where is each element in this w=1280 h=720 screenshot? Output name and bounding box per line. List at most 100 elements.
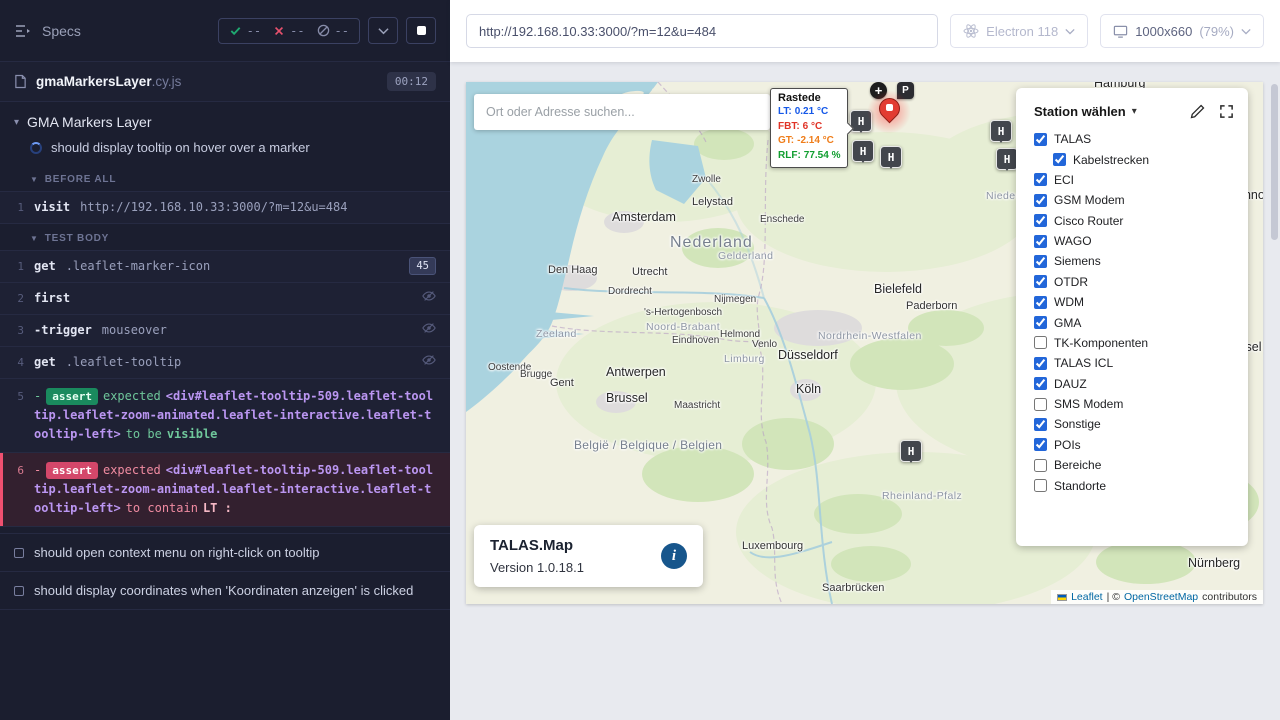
- layer-checkbox[interactable]: [1034, 235, 1047, 248]
- command-message: mouseover: [102, 321, 414, 340]
- url-input[interactable]: [466, 14, 938, 48]
- specs-title: Specs: [42, 23, 81, 39]
- browser-selector[interactable]: Electron 118: [950, 14, 1088, 48]
- suite-row[interactable]: ▾ GMA Markers Layer: [0, 102, 450, 136]
- map-attribution: Leaflet | © OpenStreetMap contributors: [1051, 590, 1263, 604]
- layer-checkbox-row[interactable]: Siemens: [1016, 251, 1248, 271]
- command-message: .leaflet-tooltip: [66, 353, 414, 372]
- command-log: ▾ GMA Markers Layer should display toolt…: [0, 102, 450, 610]
- map-marker[interactable]: H: [990, 120, 1012, 142]
- layer-label: Sonstige: [1054, 417, 1101, 431]
- map-marker[interactable]: [878, 98, 900, 128]
- attribution-tail: contributors: [1202, 591, 1257, 603]
- layer-checkbox-row[interactable]: SMS Modem: [1016, 394, 1248, 414]
- layer-checkbox-row[interactable]: Sonstige: [1016, 414, 1248, 434]
- map-marker[interactable]: H: [900, 440, 922, 462]
- marker-glyph: H: [888, 151, 895, 164]
- caret-down-icon: ▾: [14, 117, 19, 128]
- layer-checkbox-row[interactable]: POIs: [1016, 435, 1248, 455]
- map-place-label: Gelderland: [718, 250, 773, 262]
- chevron-down-icon[interactable]: ▾: [1132, 106, 1137, 117]
- map-place-label: Noord-Brabant: [646, 321, 720, 333]
- layer-checkbox-row[interactable]: DAUZ: [1016, 374, 1248, 394]
- map-place-label: Saarbrücken: [822, 582, 884, 594]
- layer-checkbox[interactable]: [1053, 153, 1066, 166]
- layer-checkbox-row[interactable]: WAGO: [1016, 231, 1248, 251]
- station-select-dropdown[interactable]: Station wählen: [1034, 104, 1126, 119]
- layer-checkbox-row[interactable]: TALAS: [1016, 129, 1248, 149]
- collapse-button[interactable]: [368, 17, 398, 44]
- viewport-selector[interactable]: 1000x660 (79%): [1100, 14, 1264, 48]
- command-number: 2: [0, 289, 34, 308]
- leaflet-link[interactable]: Leaflet: [1071, 591, 1103, 603]
- leaflet-map[interactable]: Hamburg Bremen Niedersachsen Hannover Gr…: [466, 82, 1263, 604]
- layer-checkbox-row[interactable]: TK-Komponenten: [1016, 333, 1248, 353]
- layer-checkbox[interactable]: [1034, 296, 1047, 309]
- command-row-visit[interactable]: 1 visit http://192.168.10.33:3000/?m=12&…: [0, 192, 450, 223]
- layer-checkbox[interactable]: [1034, 398, 1047, 411]
- command-message: .leaflet-marker-icon: [66, 257, 402, 276]
- command-number: 1: [0, 257, 34, 276]
- layer-checkbox[interactable]: [1034, 357, 1047, 370]
- app-info-card: TALAS.Map Version 1.0.18.1 i: [474, 525, 703, 587]
- search-input[interactable]: [474, 94, 770, 130]
- command-row-get-tooltip[interactable]: 4 get .leaflet-tooltip: [0, 347, 450, 379]
- stat-passed: --: [229, 24, 261, 38]
- layer-checkbox-row[interactable]: GSM Modem: [1016, 190, 1248, 210]
- pending-test-row[interactable]: should open context menu on right-click …: [0, 533, 450, 571]
- section-test-body[interactable]: ▼ TEST BODY: [0, 224, 450, 250]
- spec-row[interactable]: gmaMarkersLayer .cy.js 00:12: [0, 62, 450, 102]
- expand-icon[interactable]: [1219, 104, 1234, 119]
- map-place-label: Düsseldorf: [778, 348, 838, 362]
- layer-checkbox[interactable]: [1034, 418, 1047, 431]
- layer-checkbox[interactable]: [1034, 479, 1047, 492]
- assert-row-failed[interactable]: 6 -assertexpected<div#leaflet-tooltip-50…: [0, 453, 450, 526]
- stop-button[interactable]: [406, 17, 436, 44]
- info-icon[interactable]: i: [661, 543, 687, 569]
- layer-checkbox-row[interactable]: OTDR: [1016, 272, 1248, 292]
- scrollbar-thumb[interactable]: [1271, 84, 1278, 240]
- assert-row-passed[interactable]: 5 -assertexpected<div#leaflet-tooltip-50…: [0, 379, 450, 453]
- edit-pencil-icon[interactable]: [1190, 104, 1205, 119]
- command-row-get[interactable]: 1 get .leaflet-marker-icon 45: [0, 251, 450, 283]
- layer-checkbox[interactable]: [1034, 438, 1047, 451]
- layer-checkbox[interactable]: [1034, 316, 1047, 329]
- layer-checkbox-row[interactable]: Standorte: [1016, 475, 1248, 495]
- map-marker[interactable]: H: [852, 140, 874, 162]
- map-marker[interactable]: H: [996, 148, 1018, 170]
- layer-checkbox-row[interactable]: GMA: [1016, 312, 1248, 332]
- layer-checkbox[interactable]: [1034, 255, 1047, 268]
- layer-checkbox-row[interactable]: ECI: [1016, 170, 1248, 190]
- layer-checkbox-row[interactable]: Cisco Router: [1016, 211, 1248, 231]
- command-row-trigger[interactable]: 3 -trigger mouseover: [0, 315, 450, 347]
- map-place-label: Köln: [796, 382, 821, 396]
- map-place-label: Gent: [550, 377, 574, 389]
- command-method: -trigger: [34, 321, 92, 340]
- layer-checkbox[interactable]: [1034, 336, 1047, 349]
- layer-checkbox-row[interactable]: Kabelstrecken: [1016, 149, 1248, 169]
- layer-checkbox[interactable]: [1034, 275, 1047, 288]
- section-before-all[interactable]: ▼ BEFORE ALL: [0, 165, 450, 191]
- layer-checkbox[interactable]: [1034, 173, 1047, 186]
- layer-checkbox-list: TALAS Kabelstrecken ECI: [1016, 129, 1248, 496]
- layer-checkbox-row[interactable]: Bereiche: [1016, 455, 1248, 475]
- caret-down-icon: ▼: [30, 175, 39, 184]
- layer-checkbox[interactable]: [1034, 133, 1047, 146]
- layer-checkbox[interactable]: [1034, 214, 1047, 227]
- runner-header-controls: -- -- --: [218, 17, 436, 44]
- layer-checkbox[interactable]: [1034, 459, 1047, 472]
- active-test-row[interactable]: should display tooltip on hover over a m…: [0, 136, 450, 165]
- tooltip-title: Rastede: [778, 92, 840, 104]
- osm-link[interactable]: OpenStreetMap: [1124, 591, 1198, 603]
- marker-tooltip[interactable]: Rastede LT:0.21 °C FBT:6 °C: [770, 88, 848, 168]
- pending-test-row[interactable]: should display coordinates when 'Koordin…: [0, 571, 450, 609]
- command-row-first[interactable]: 2 first: [0, 283, 450, 315]
- layer-checkbox[interactable]: [1034, 194, 1047, 207]
- check-icon: [229, 24, 242, 37]
- layer-checkbox-row[interactable]: TALAS ICL: [1016, 353, 1248, 373]
- layer-checkbox-row[interactable]: WDM: [1016, 292, 1248, 312]
- map-place-label: Nordrhein-Westfalen: [818, 330, 922, 342]
- map-marker[interactable]: H: [880, 146, 902, 168]
- layer-checkbox[interactable]: [1034, 377, 1047, 390]
- sidebar-toggle-icon[interactable]: [14, 23, 32, 39]
